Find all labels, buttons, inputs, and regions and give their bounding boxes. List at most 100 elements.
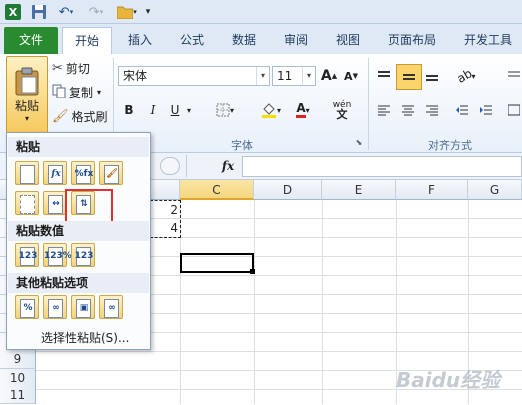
bold-button[interactable]: B	[120, 100, 138, 120]
customize-icon[interactable]: ▾	[142, 3, 154, 21]
paste-linked-picture-icon[interactable]: ∞	[99, 295, 123, 319]
column-header-d[interactable]: D	[254, 180, 322, 200]
align-left-icon[interactable]	[374, 100, 394, 120]
wrap-text-icon[interactable]	[506, 66, 522, 86]
increase-indent-icon[interactable]	[476, 100, 496, 120]
grid-line	[322, 200, 323, 404]
copy-icon	[52, 84, 66, 101]
grid-line	[254, 200, 255, 404]
paste-button[interactable]: 粘贴 ▾	[6, 56, 48, 134]
redo-icon[interactable]: ↷ ▾	[84, 3, 108, 21]
paste-formatting-icon[interactable]: %	[15, 295, 39, 319]
italic-button[interactable]: I	[144, 100, 162, 120]
align-middle-icon[interactable]	[396, 64, 422, 90]
phonetic-button[interactable]: wén 文	[326, 98, 358, 122]
paste-formulas-icon[interactable]: fx	[43, 161, 67, 185]
undo-icon[interactable]: ↶ ▾	[54, 3, 78, 21]
fill-handle[interactable]	[250, 269, 255, 274]
font-size-combo[interactable]: 11 ▾	[272, 66, 316, 86]
cell-value[interactable]: 2	[150, 201, 178, 219]
insert-function-icon[interactable]: fx	[216, 157, 240, 175]
borders-button[interactable]: ▾	[212, 100, 238, 120]
orientation-icon[interactable]: ab ▾	[452, 66, 480, 86]
open-folder-icon[interactable]: ▾	[116, 3, 138, 21]
align-top-icon[interactable]	[374, 66, 394, 86]
tab-page-layout[interactable]: 页面布局	[380, 27, 444, 54]
excel-logo-icon: X	[4, 3, 22, 21]
paste-link-icon[interactable]: ∞	[43, 295, 67, 319]
tab-view[interactable]: 视图	[326, 27, 370, 54]
paste-special-menu-item[interactable]: 选择性粘贴(S)...	[41, 329, 149, 347]
menu-section-other-paste: 其他粘贴选项	[8, 273, 149, 293]
font-group-label: 字体	[231, 139, 253, 152]
no-borders-icon[interactable]	[15, 191, 39, 215]
font-size-value: 11	[277, 69, 293, 83]
quick-access-toolbar: X ↶ ▾ ↷ ▾ ▾ ▾	[0, 0, 522, 24]
merge-center-icon[interactable]	[506, 100, 522, 120]
menu-section-paste: 粘贴	[8, 137, 149, 157]
font-name-value: 宋体	[123, 69, 148, 83]
brush-icon: 🖌	[52, 108, 69, 124]
paste-picture-icon[interactable]: ▣	[71, 295, 95, 319]
column-header-f[interactable]: F	[396, 180, 468, 200]
tab-insert[interactable]: 插入	[118, 27, 162, 54]
column-header-g[interactable]: G	[468, 180, 522, 200]
decrease-font-icon[interactable]: A ▼	[342, 66, 360, 86]
font-name-combo[interactable]: 宋体 ▾	[118, 66, 270, 86]
column-header-c[interactable]: C	[180, 180, 254, 200]
group-separator	[368, 58, 369, 150]
paste-values-icon[interactable]: 123	[15, 243, 39, 267]
tab-home[interactable]: 开始	[62, 27, 112, 55]
align-right-icon[interactable]	[422, 100, 442, 120]
tab-data[interactable]: 数据	[222, 27, 266, 54]
borders-icon	[216, 103, 230, 117]
copy-label: 复制	[69, 85, 94, 100]
formula-input[interactable]	[242, 156, 522, 177]
cut-button[interactable]: ✂ 剪切	[52, 58, 90, 78]
divider	[186, 155, 187, 177]
scissors-icon: ✂	[52, 60, 63, 76]
row-header-9[interactable]: 9	[0, 350, 36, 369]
decrease-indent-icon[interactable]	[452, 100, 472, 120]
row-header-11[interactable]: 11	[0, 386, 36, 404]
tab-formulas[interactable]: 公式	[170, 27, 214, 54]
font-color-button[interactable]: A ▾	[288, 100, 318, 120]
expand-name-box-icon[interactable]	[160, 157, 180, 175]
paste-values-source-format-icon[interactable]: 123	[71, 243, 95, 267]
alignment-group-label: 对齐方式	[428, 139, 472, 152]
paste-label: 粘贴	[14, 99, 39, 113]
chevron-down-icon: ▾	[24, 114, 29, 123]
watermark: Baidu经验	[396, 368, 501, 392]
chevron-down-icon: ▾	[97, 87, 102, 97]
clipboard-icon	[15, 67, 39, 96]
tab-file[interactable]: 文件	[4, 27, 58, 54]
dialog-launcher-icon[interactable]: ⬊	[354, 136, 364, 148]
align-center-icon[interactable]	[398, 100, 418, 120]
save-icon[interactable]	[30, 3, 48, 21]
underline-button[interactable]: U	[166, 100, 184, 120]
align-bottom-icon[interactable]	[422, 66, 442, 86]
cut-label: 剪切	[65, 61, 90, 76]
copy-button[interactable]: 复制 ▾	[52, 82, 101, 102]
chevron-down-icon[interactable]: ▾	[184, 100, 194, 120]
keep-column-widths-icon[interactable]: ↔	[43, 191, 67, 215]
chevron-down-icon[interactable]: ▾	[256, 67, 269, 85]
highlight-box	[65, 189, 113, 223]
tab-review[interactable]: 审阅	[274, 27, 318, 54]
grid-line	[36, 351, 522, 352]
increase-font-icon[interactable]: A ▲	[320, 66, 338, 86]
paste-values-number-format-icon[interactable]: 123%	[43, 243, 72, 267]
ribbon-tabs: 文件 开始 插入 公式 数据 审阅 视图 页面布局 开发工具	[0, 24, 522, 55]
column-header-e[interactable]: E	[322, 180, 396, 200]
cell-value[interactable]: 4	[150, 219, 178, 237]
fill-bucket-icon	[261, 103, 276, 118]
paste-options-menu: 粘贴 fx %fx 🖌 ↔ ⇅ 粘贴数值 123 123% 123 其他粘贴选项…	[6, 132, 151, 350]
keep-source-formatting-icon[interactable]: 🖌	[99, 161, 123, 185]
active-cell[interactable]	[180, 253, 254, 273]
fill-color-button[interactable]: ▾	[256, 100, 286, 120]
paste-formulas-number-format-icon[interactable]: %fx	[71, 161, 95, 185]
paste-icon[interactable]	[15, 161, 39, 185]
chevron-down-icon[interactable]: ▾	[302, 67, 315, 85]
format-painter-button[interactable]: 🖌 格式刷	[52, 106, 108, 126]
tab-developer[interactable]: 开发工具	[456, 27, 520, 54]
